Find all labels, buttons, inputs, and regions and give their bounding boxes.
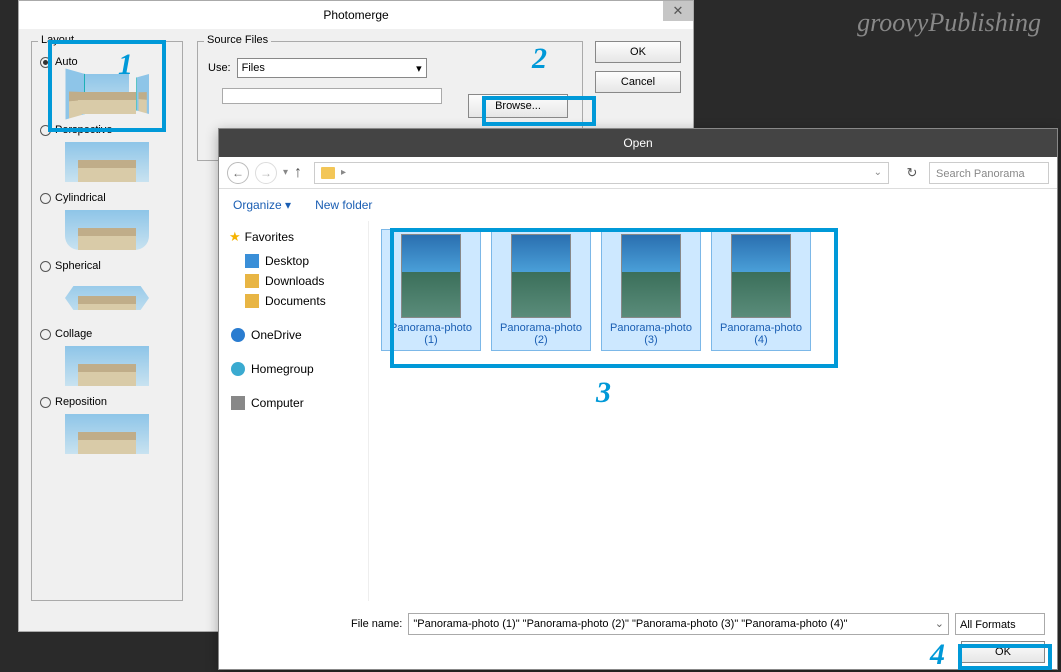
sidebar-item-documents[interactable]: Documents	[227, 291, 360, 311]
sidebar-item-onedrive[interactable]: OneDrive	[227, 325, 360, 345]
sidebar-item-computer[interactable]: Computer	[227, 393, 360, 413]
layout-option-label: Cylindrical	[55, 192, 106, 204]
file-thumbnail	[621, 234, 681, 318]
file-thumbnail	[731, 234, 791, 318]
layout-legend: Layout	[38, 34, 77, 46]
file-thumbnail	[511, 234, 571, 318]
file-name: Panorama-photo (3)	[610, 322, 692, 346]
collage-thumb	[65, 346, 149, 386]
reposition-thumb	[65, 414, 149, 454]
file-filter-dropdown[interactable]: All Formats	[955, 613, 1045, 635]
folder-icon	[321, 167, 335, 179]
filename-input[interactable]: "Panorama-photo (1)" "Panorama-photo (2)…	[408, 613, 949, 635]
file-item[interactable]: Panorama-photo (2)	[491, 229, 591, 351]
file-item[interactable]: Panorama-photo (1)	[381, 229, 481, 351]
photomerge-titlebar[interactable]: Photomerge ✕	[19, 1, 693, 29]
open-title: Open	[219, 129, 1057, 157]
file-item[interactable]: Panorama-photo (4)	[711, 229, 811, 351]
layout-option-spherical[interactable]: Spherical	[40, 260, 174, 272]
computer-icon	[231, 396, 245, 410]
file-item[interactable]: Panorama-photo (3)	[601, 229, 701, 351]
filename-value: "Panorama-photo (1)" "Panorama-photo (2)…	[413, 613, 847, 635]
layout-option-reposition[interactable]: Reposition	[40, 396, 174, 408]
sidebar-item-label: Computer	[251, 396, 304, 410]
use-value: Files	[242, 62, 265, 74]
layout-option-label: Spherical	[55, 260, 101, 272]
sidebar-favorites[interactable]: ★ Favorites	[227, 227, 360, 251]
auto-thumb	[65, 74, 149, 114]
sidebar-item-desktop[interactable]: Desktop	[227, 251, 360, 271]
homegroup-icon	[231, 362, 245, 376]
use-label: Use:	[208, 62, 231, 74]
layout-option-label: Collage	[55, 328, 92, 340]
address-bar[interactable]: ▸ ⌄	[314, 162, 889, 184]
sidebar: ★ Favorites Desktop Downloads Documents …	[219, 221, 369, 601]
source-file-list[interactable]	[222, 88, 442, 104]
refresh-icon[interactable]: ↻	[901, 162, 923, 184]
chevron-right-icon: ▸	[341, 167, 346, 178]
sidebar-item-label: Favorites	[245, 230, 294, 244]
radio-icon[interactable]	[40, 397, 51, 408]
close-icon[interactable]: ✕	[663, 1, 693, 21]
desktop-icon	[245, 254, 259, 268]
star-icon: ★	[229, 229, 241, 245]
use-dropdown[interactable]: Files ▾	[237, 58, 427, 78]
radio-icon[interactable]	[40, 193, 51, 204]
open-dialog: Open ← → ▾ ↑ ▸ ⌄ ↻ Search Panorama Organ…	[218, 128, 1058, 670]
toolbar: Organize ▾ New folder	[219, 189, 1057, 221]
nav-bar: ← → ▾ ↑ ▸ ⌄ ↻ Search Panorama	[219, 157, 1057, 189]
layout-option-collage[interactable]: Collage	[40, 328, 174, 340]
new-folder-button[interactable]: New folder	[315, 198, 372, 212]
file-name: Panorama-photo (4)	[720, 322, 802, 346]
chevron-down-icon[interactable]: ⌄	[874, 167, 882, 178]
spherical-thumb	[65, 278, 149, 318]
layout-option-label: Auto	[55, 56, 78, 68]
search-input[interactable]: Search Panorama	[929, 162, 1049, 184]
watermark-text: groovyPublishing	[857, 8, 1041, 38]
layout-option-label: Reposition	[55, 396, 107, 408]
layout-option-label: Perspective	[55, 124, 112, 136]
layout-option-cylindrical[interactable]: Cylindrical	[40, 192, 174, 204]
sidebar-item-label: Desktop	[265, 254, 309, 268]
file-thumbnail	[401, 234, 461, 318]
downloads-icon	[245, 274, 259, 288]
sidebar-item-label: OneDrive	[251, 328, 302, 342]
cylindrical-thumb	[65, 210, 149, 250]
cancel-button[interactable]: Cancel	[595, 71, 681, 93]
forward-icon[interactable]: →	[255, 162, 277, 184]
documents-icon	[245, 294, 259, 308]
file-name: Panorama-photo (2)	[500, 322, 582, 346]
open-ok-button[interactable]: OK	[961, 641, 1045, 663]
sidebar-item-downloads[interactable]: Downloads	[227, 271, 360, 291]
radio-icon[interactable]	[40, 329, 51, 340]
perspective-thumb	[65, 142, 149, 182]
chevron-down-icon: ▾	[416, 62, 422, 75]
layout-option-perspective[interactable]: Perspective	[40, 124, 174, 136]
photomerge-title: Photomerge	[323, 8, 388, 22]
radio-icon[interactable]	[40, 125, 51, 136]
radio-icon[interactable]	[40, 57, 51, 68]
browse-button[interactable]: Browse...	[468, 94, 568, 118]
sidebar-item-label: Homegroup	[251, 362, 314, 376]
radio-icon[interactable]	[40, 261, 51, 272]
file-name: Panorama-photo (1)	[390, 322, 472, 346]
up-icon[interactable]: ↑	[294, 164, 302, 182]
chevron-down-icon[interactable]: ⌄	[935, 613, 944, 635]
file-pane[interactable]: Panorama-photo (1) Panorama-photo (2) Pa…	[369, 221, 1057, 601]
filename-label: File name:	[351, 618, 402, 630]
chevron-down-icon[interactable]: ▾	[283, 167, 288, 178]
sidebar-item-label: Downloads	[265, 274, 324, 288]
back-icon[interactable]: ←	[227, 162, 249, 184]
ok-button[interactable]: OK	[595, 41, 681, 63]
sidebar-item-homegroup[interactable]: Homegroup	[227, 359, 360, 379]
layout-option-auto[interactable]: Auto	[40, 56, 174, 68]
sidebar-item-label: Documents	[265, 294, 326, 308]
organize-menu[interactable]: Organize ▾	[233, 198, 291, 212]
source-legend: Source Files	[204, 34, 271, 46]
layout-group: Layout Auto Perspective Cylindrical	[31, 41, 183, 601]
onedrive-icon	[231, 328, 245, 342]
